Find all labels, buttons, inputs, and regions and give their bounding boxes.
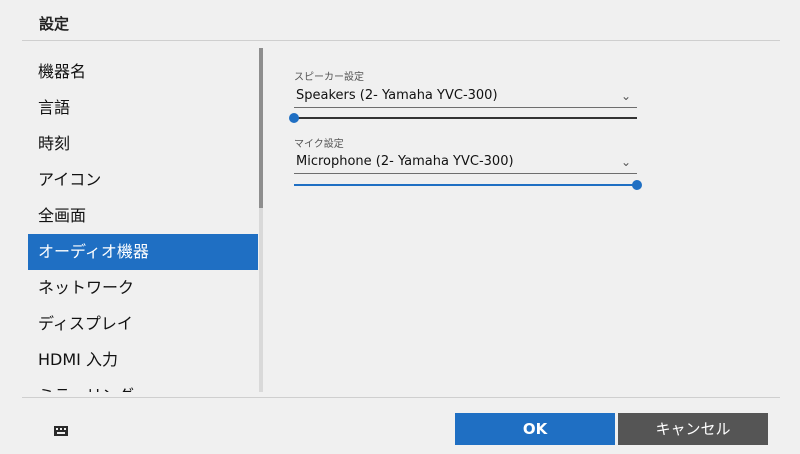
settings-sidebar: 機器名 言語 時刻 アイコン 全画面 オーディオ機器 ネットワーク ディスプレイ… (22, 48, 260, 392)
ok-button[interactable]: OK (455, 413, 615, 445)
chevron-down-icon: ⌄ (620, 155, 631, 169)
title-divider (22, 40, 780, 41)
title-bar: 設定 (0, 0, 800, 42)
sidebar-item-display[interactable]: ディスプレイ (28, 306, 258, 342)
chevron-down-icon: ⌄ (620, 89, 631, 103)
microphone-volume-slider[interactable] (294, 179, 642, 191)
microphone-settings-label: マイク設定 (294, 139, 344, 150)
microphone-device-value: Microphone (2- Yamaha YVC-300) (296, 154, 514, 169)
sidebar-item-mirroring[interactable]: ミラーリング (28, 378, 258, 392)
sidebar-item-network[interactable]: ネットワーク (28, 270, 258, 306)
slider-thumb[interactable] (632, 180, 642, 190)
sidebar-item-device-name[interactable]: 機器名 (28, 54, 258, 90)
audio-settings-panel: スピーカー設定 Speakers (2- Yamaha YVC-300) ⌄ マ… (264, 48, 780, 392)
speaker-device-select[interactable]: Speakers (2- Yamaha YVC-300) ⌄ (294, 84, 637, 108)
window-title: 設定 (39, 15, 70, 33)
slider-fill (294, 184, 637, 186)
sidebar-item-time[interactable]: 時刻 (28, 126, 258, 162)
keyboard-icon[interactable] (54, 421, 68, 436)
sidebar-item-audio-devices[interactable]: オーディオ機器 (28, 234, 258, 270)
speaker-device-value: Speakers (2- Yamaha YVC-300) (296, 88, 498, 103)
speaker-settings-label: スピーカー設定 (294, 72, 364, 83)
slider-thumb[interactable] (289, 113, 299, 123)
cancel-button[interactable]: キャンセル (618, 413, 768, 445)
footer-divider (22, 397, 780, 398)
microphone-device-select[interactable]: Microphone (2- Yamaha YVC-300) ⌄ (294, 150, 637, 174)
slider-track (294, 117, 637, 119)
sidebar-scrollbar-thumb[interactable] (259, 48, 263, 208)
sidebar-item-hdmi-input[interactable]: HDMI 入力 (28, 342, 258, 378)
sidebar-item-language[interactable]: 言語 (28, 90, 258, 126)
sidebar-item-fullscreen[interactable]: 全画面 (28, 198, 258, 234)
sidebar-item-icon[interactable]: アイコン (28, 162, 258, 198)
speaker-volume-slider[interactable] (289, 112, 637, 124)
